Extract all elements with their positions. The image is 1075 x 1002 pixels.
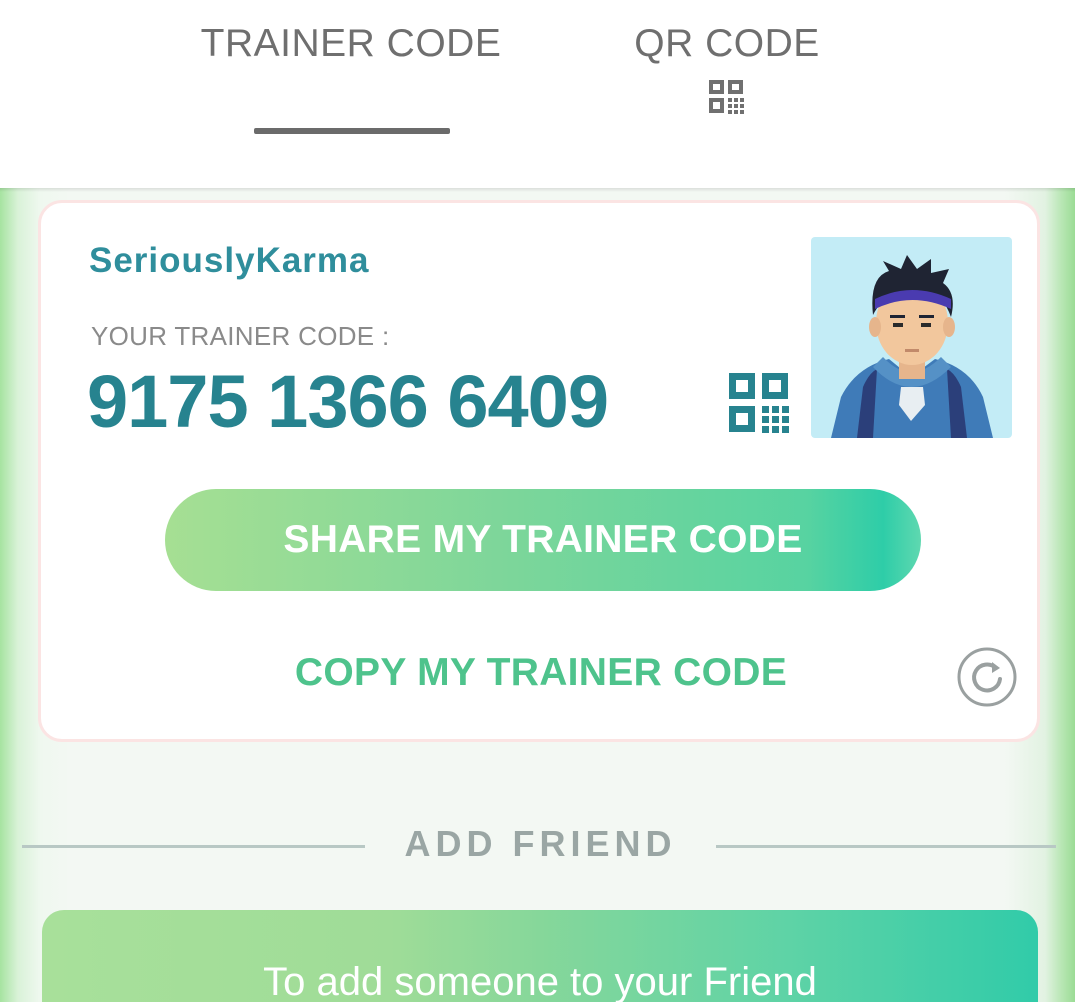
share-trainer-code-button[interactable]: SHARE MY TRAINER CODE [165,489,921,591]
trainer-avatar [811,237,1012,438]
friend-code-screen: TRAINER CODE QR CODE SeriouslyKarma YOUR… [0,0,1075,1002]
refresh-icon[interactable] [956,646,1018,708]
tab-qr-code-label: QR CODE [634,22,820,65]
qr-code-icon[interactable] [729,373,789,433]
trainer-avatar-illustration [831,255,993,438]
tabbar-shadow [0,188,1075,192]
add-friend-info-text: To add someone to your Friend [263,960,817,1002]
add-friend-info-panel: To add someone to your Friend [42,910,1038,1002]
qr-code-icon[interactable] [709,80,746,114]
trainer-name: SeriouslyKarma [89,241,370,280]
active-tab-indicator [254,128,450,134]
tab-trainer-code-label: TRAINER CODE [200,22,502,65]
tab-trainer-code[interactable]: TRAINER CODE [195,22,507,66]
trainer-code-value: 9175 1366 6409 [87,360,609,443]
copy-trainer-code-button[interactable]: COPY MY TRAINER CODE [241,651,841,695]
trainer-code-label: YOUR TRAINER CODE : [91,321,390,351]
divider-left [22,845,365,848]
add-friend-heading: ADD FRIEND [404,823,677,864]
tab-bar: TRAINER CODE QR CODE [0,0,1075,188]
tab-qr-code[interactable]: QR CODE [610,22,844,66]
trainer-code-card: SeriouslyKarma YOUR TRAINER CODE : 9175 … [38,200,1040,742]
divider-right [716,845,1056,848]
